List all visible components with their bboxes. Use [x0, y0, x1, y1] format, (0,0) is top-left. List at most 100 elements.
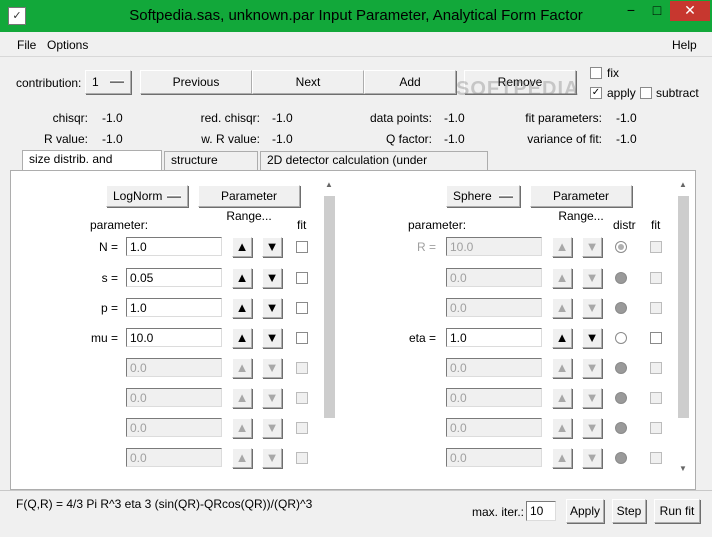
right-fit-checkbox[interactable] — [650, 241, 662, 253]
decrease-arrow-icon[interactable]: ▼ — [582, 298, 602, 318]
run-fit-button[interactable]: Run fit — [654, 499, 700, 523]
increase-arrow-icon[interactable]: ▲ — [552, 298, 572, 318]
decrease-arrow-icon[interactable]: ▼ — [582, 358, 602, 378]
right-fit-checkbox[interactable] — [650, 302, 662, 314]
left-fit-checkbox[interactable] — [296, 392, 308, 404]
left-fit-checkbox[interactable] — [296, 452, 308, 464]
decrease-arrow-icon[interactable]: ▼ — [582, 448, 602, 468]
left-scrollbar[interactable]: ▲ — [322, 176, 337, 484]
decrease-arrow-icon[interactable]: ▼ — [262, 418, 282, 438]
apply-button[interactable]: Apply — [566, 499, 604, 523]
fix-checkbox[interactable] — [590, 67, 602, 79]
scroll-down-icon[interactable]: ▼ — [679, 464, 687, 473]
distr-radio[interactable] — [615, 302, 627, 314]
decrease-arrow-icon[interactable]: ▼ — [582, 328, 602, 348]
left-param-input[interactable] — [126, 448, 222, 467]
decrease-arrow-icon[interactable]: ▼ — [582, 237, 602, 257]
left-param-input[interactable] — [126, 298, 222, 317]
right-param-input[interactable] — [446, 328, 542, 347]
left-param-input[interactable] — [126, 328, 222, 347]
right-param-input[interactable] — [446, 448, 542, 467]
increase-arrow-icon[interactable]: ▲ — [232, 418, 252, 438]
decrease-arrow-icon[interactable]: ▼ — [262, 358, 282, 378]
scroll-up-icon[interactable]: ▲ — [325, 180, 333, 189]
increase-arrow-icon[interactable]: ▲ — [232, 358, 252, 378]
tab-size-distrib[interactable]: size distrib. and formfactor — [22, 150, 162, 183]
increase-arrow-icon[interactable]: ▲ — [232, 328, 252, 348]
right-fit-checkbox[interactable] — [650, 362, 662, 374]
right-param-input[interactable] — [446, 388, 542, 407]
close-button[interactable]: ✕ — [670, 1, 710, 21]
max-iter-input[interactable] — [526, 501, 556, 521]
increase-arrow-icon[interactable]: ▲ — [232, 298, 252, 318]
left-param-input[interactable] — [126, 388, 222, 407]
scroll-up-icon[interactable]: ▲ — [679, 180, 687, 189]
distribution-select[interactable]: LogNorm — [106, 185, 188, 207]
decrease-arrow-icon[interactable]: ▼ — [262, 237, 282, 257]
distr-radio[interactable] — [615, 272, 627, 284]
increase-arrow-icon[interactable]: ▲ — [552, 268, 572, 288]
increase-arrow-icon[interactable]: ▲ — [552, 358, 572, 378]
left-param-input[interactable] — [126, 358, 222, 377]
right-param-input[interactable] — [446, 358, 542, 377]
distr-radio[interactable] — [615, 392, 627, 404]
decrease-arrow-icon[interactable]: ▼ — [262, 298, 282, 318]
distr-radio[interactable] — [615, 332, 627, 344]
increase-arrow-icon[interactable]: ▲ — [232, 268, 252, 288]
tab-2d-detector[interactable]: 2D detector calculation (under construct… — [260, 151, 488, 184]
decrease-arrow-icon[interactable]: ▼ — [262, 448, 282, 468]
right-param-input[interactable] — [446, 237, 542, 256]
menu-options[interactable]: Options — [47, 38, 88, 52]
left-param-input[interactable] — [126, 418, 222, 437]
right-fit-checkbox[interactable] — [650, 332, 662, 344]
increase-arrow-icon[interactable]: ▲ — [552, 237, 572, 257]
decrease-arrow-icon[interactable]: ▼ — [262, 328, 282, 348]
step-button[interactable]: Step — [612, 499, 646, 523]
left-param-range-button[interactable]: Parameter Range... — [198, 185, 300, 223]
menu-help[interactable]: Help — [672, 38, 697, 52]
increase-arrow-icon[interactable]: ▲ — [232, 388, 252, 408]
decrease-arrow-icon[interactable]: ▼ — [582, 388, 602, 408]
distr-radio[interactable] — [615, 452, 627, 464]
increase-arrow-icon[interactable]: ▲ — [552, 418, 572, 438]
distr-radio[interactable] — [615, 241, 627, 253]
add-button[interactable]: Add — [364, 70, 456, 94]
left-fit-checkbox[interactable] — [296, 422, 308, 434]
right-param-range-button[interactable]: Parameter Range... — [530, 185, 632, 223]
right-fit-checkbox[interactable] — [650, 422, 662, 434]
left-fit-checkbox[interactable] — [296, 241, 308, 253]
distr-radio[interactable] — [615, 422, 627, 434]
left-fit-checkbox[interactable] — [296, 272, 308, 284]
maximize-button[interactable]: □ — [644, 1, 670, 21]
contribution-select[interactable]: 1 — [85, 70, 131, 94]
left-param-input[interactable] — [126, 237, 222, 256]
decrease-arrow-icon[interactable]: ▼ — [262, 268, 282, 288]
decrease-arrow-icon[interactable]: ▼ — [582, 418, 602, 438]
left-fit-checkbox[interactable] — [296, 302, 308, 314]
left-scroll-thumb[interactable] — [324, 196, 335, 418]
increase-arrow-icon[interactable]: ▲ — [232, 448, 252, 468]
increase-arrow-icon[interactable]: ▲ — [552, 448, 572, 468]
right-param-input[interactable] — [446, 418, 542, 437]
subtract-checkbox[interactable] — [640, 87, 652, 99]
right-fit-checkbox[interactable] — [650, 272, 662, 284]
right-scroll-thumb[interactable] — [678, 196, 689, 418]
increase-arrow-icon[interactable]: ▲ — [552, 328, 572, 348]
distr-radio[interactable] — [615, 362, 627, 374]
left-fit-checkbox[interactable] — [296, 362, 308, 374]
decrease-arrow-icon[interactable]: ▼ — [262, 388, 282, 408]
increase-arrow-icon[interactable]: ▲ — [232, 237, 252, 257]
left-param-input[interactable] — [126, 268, 222, 287]
next-button[interactable]: Next — [252, 70, 364, 94]
apply-checkbox[interactable]: ✓ — [590, 87, 602, 99]
previous-button[interactable]: Previous — [140, 70, 252, 94]
right-scrollbar[interactable]: ▲ ▼ — [676, 176, 691, 484]
menu-file[interactable]: File — [17, 38, 36, 52]
left-fit-checkbox[interactable] — [296, 332, 308, 344]
right-fit-checkbox[interactable] — [650, 392, 662, 404]
tab-structure-factor[interactable]: structure factor — [164, 151, 258, 184]
formfactor-select[interactable]: Sphere — [446, 185, 520, 207]
decrease-arrow-icon[interactable]: ▼ — [582, 268, 602, 288]
increase-arrow-icon[interactable]: ▲ — [552, 388, 572, 408]
right-param-input[interactable] — [446, 298, 542, 317]
